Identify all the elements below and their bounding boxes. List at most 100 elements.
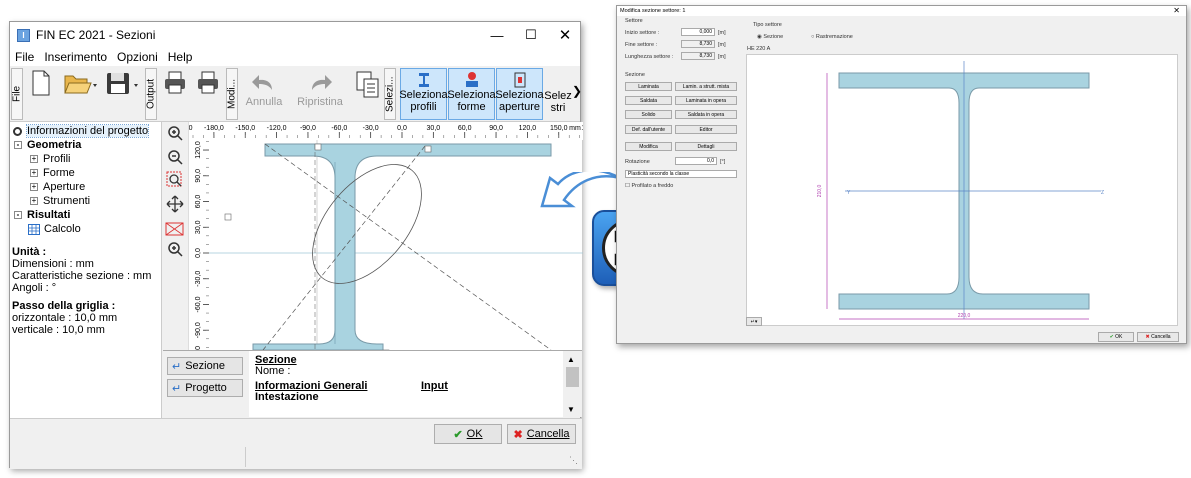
- menu-inserimento[interactable]: Inserimento: [39, 50, 112, 64]
- dettagli-button[interactable]: Dettagli: [675, 142, 737, 151]
- menu-file[interactable]: File: [10, 50, 39, 64]
- plasticita-value: Plasticità secondo la classe: [628, 171, 690, 177]
- solido-button[interactable]: Solido: [625, 110, 672, 119]
- select-profiles-label-1: Seleziona: [399, 89, 448, 101]
- lamin-strutt-mista-button[interactable]: Lamin. a strutt. mista: [675, 82, 737, 91]
- collapse-icon[interactable]: -: [14, 211, 22, 219]
- check-icon: ✔: [453, 428, 463, 441]
- section-button[interactable]: ↵ Sezione: [167, 357, 243, 375]
- zoom-window-icon[interactable]: [166, 171, 182, 187]
- saldata-button[interactable]: Saldata: [625, 96, 672, 105]
- resize-grip-icon[interactable]: ⋱: [569, 455, 578, 466]
- cancel-button[interactable]: ✖ Cancella: [507, 424, 576, 444]
- expand-icon[interactable]: +: [30, 197, 38, 205]
- tree-item-results[interactable]: - Risultati: [10, 208, 161, 222]
- expand-icon[interactable]: +: [30, 183, 38, 191]
- collapse-icon[interactable]: -: [14, 141, 22, 149]
- saldata-opera-button[interactable]: Saldata in opera: [675, 110, 737, 119]
- unit-deg: [°]: [720, 159, 726, 165]
- close-button[interactable]: ✕: [548, 22, 582, 48]
- file-tab[interactable]: File: [11, 68, 23, 120]
- tree-item-openings[interactable]: + Aperture: [10, 180, 161, 194]
- tree-item-profiles[interactable]: + Profili: [10, 152, 161, 166]
- zoom-out-icon[interactable]: [168, 150, 183, 165]
- print-button[interactable]: [163, 70, 187, 118]
- group-tipo-settore: Tipo settore: [753, 22, 782, 28]
- saldata-opera-label: Saldata in opera: [687, 112, 725, 118]
- tree-item-project-info[interactable]: Informazioni del progetto: [10, 124, 161, 138]
- scroll-thumb[interactable]: [566, 367, 579, 387]
- dialog-ok-button[interactable]: ✔ OK: [1098, 332, 1134, 342]
- inizio-input[interactable]: 0,000: [681, 28, 715, 36]
- minimize-button[interactable]: —: [480, 22, 514, 48]
- redo-button[interactable]: Ripristina: [292, 70, 348, 118]
- lunghezza-input[interactable]: 8,730: [681, 52, 715, 60]
- x-tick-label: -90,0: [300, 125, 316, 132]
- window-title: FIN EC 2021 - Sezioni: [36, 28, 156, 42]
- section-preview: 210,0 220,0 Y Z: [746, 54, 1178, 326]
- report-scrollbar[interactable]: ▲ ▼: [563, 351, 582, 417]
- expand-icon[interactable]: +: [30, 155, 38, 163]
- menu-opzioni[interactable]: Opzioni: [112, 50, 163, 64]
- profilato-checkbox[interactable]: ☐ Profilato a freddo: [625, 183, 673, 189]
- project-button[interactable]: ↵ Progetto: [167, 379, 243, 397]
- fine-input[interactable]: 8,730: [681, 40, 715, 48]
- open-file-button[interactable]: [62, 70, 100, 118]
- laminata-button[interactable]: Laminata: [625, 82, 672, 91]
- undo-label: Annulla: [245, 96, 283, 108]
- diagonal-line: [264, 143, 552, 351]
- plasticita-select[interactable]: Plasticità secondo la classe: [625, 170, 737, 178]
- dialog-cancel-button[interactable]: ✖ Cancella: [1137, 332, 1179, 342]
- y-tick-label: -90,0: [195, 322, 202, 338]
- save-button[interactable]: [104, 70, 144, 118]
- tree-item-shapes[interactable]: + Forme: [10, 166, 161, 180]
- saldata-label: Saldata: [640, 98, 657, 104]
- y-tick-label: -60,0: [195, 296, 202, 312]
- check-icon: ✔: [1109, 334, 1114, 340]
- width-dimension-label: 220,0: [958, 313, 971, 319]
- radio-sezione[interactable]: ◉ Sezione: [757, 34, 783, 40]
- rotazione-input[interactable]: 0,0: [675, 157, 717, 165]
- laminata-opera-button[interactable]: Laminata in opera: [675, 96, 737, 105]
- new-file-button[interactable]: [30, 70, 52, 118]
- toolbar-scroll-right[interactable]: ❯: [572, 84, 582, 98]
- tree-item-tools[interactable]: + Strumenti: [10, 194, 161, 208]
- select-shapes-button[interactable]: Seleziona forme: [447, 68, 496, 120]
- zoom-extents-icon[interactable]: [165, 222, 184, 236]
- clipboard-icon: [356, 71, 379, 98]
- tree-item-geometry[interactable]: - Geometria: [10, 138, 161, 152]
- menu-help[interactable]: Help: [163, 50, 198, 64]
- label-inizio: Inizio settore :: [625, 30, 660, 36]
- grid-vertical: verticale : 10,0 mm: [12, 324, 105, 336]
- radio-rastremazione[interactable]: ○ Rastremazione: [811, 34, 853, 40]
- def-utente-button[interactable]: Def. dall'utente: [625, 125, 672, 134]
- editor-label: Editor: [699, 127, 713, 133]
- dialog-title-bar: Modifica sezione settore: 1 ✕: [617, 6, 1186, 16]
- modifica-button[interactable]: Modifica: [625, 142, 672, 151]
- expand-icon[interactable]: +: [30, 169, 38, 177]
- pan-icon[interactable]: [166, 195, 184, 213]
- copy-button[interactable]: [354, 70, 382, 118]
- group-sezione: Sezione: [625, 72, 645, 78]
- drawing-canvas[interactable]: -210,0 -180,0 -150,0 -120,0 -90,0 -60,0 -30,0 0…: [173, 122, 599, 366]
- select-openings-button[interactable]: Seleziona aperture: [495, 68, 544, 120]
- editor-button[interactable]: Editor: [675, 125, 737, 134]
- zoom-previous-icon[interactable]: [168, 242, 183, 257]
- undo-button[interactable]: Annulla: [244, 70, 284, 118]
- scroll-up-icon[interactable]: ▲: [567, 355, 575, 364]
- y-tick-label: 60,0: [195, 195, 202, 209]
- print-preview-button[interactable]: [196, 70, 220, 118]
- output-tab[interactable]: Output: [145, 68, 157, 120]
- zoom-in-icon[interactable]: [168, 126, 183, 141]
- selez-tab[interactable]: Selezi...: [384, 68, 396, 120]
- dialog-close-icon[interactable]: ✕: [1173, 6, 1180, 16]
- select-profiles-button[interactable]: Seleziona profili: [399, 68, 448, 120]
- ok-button[interactable]: ✔ OK: [434, 424, 502, 444]
- modi-tab[interactable]: Modi...: [226, 68, 238, 120]
- laminata-opera-label: Laminata in opera: [685, 98, 727, 104]
- tree-item-calc[interactable]: Calcolo: [10, 222, 161, 236]
- maximize-button[interactable]: ☐: [514, 22, 548, 48]
- label-lunghezza: Lunghezza settore :: [625, 54, 674, 60]
- preview-options-button[interactable]: ↵▾: [746, 317, 762, 326]
- scroll-down-icon[interactable]: ▼: [567, 405, 575, 414]
